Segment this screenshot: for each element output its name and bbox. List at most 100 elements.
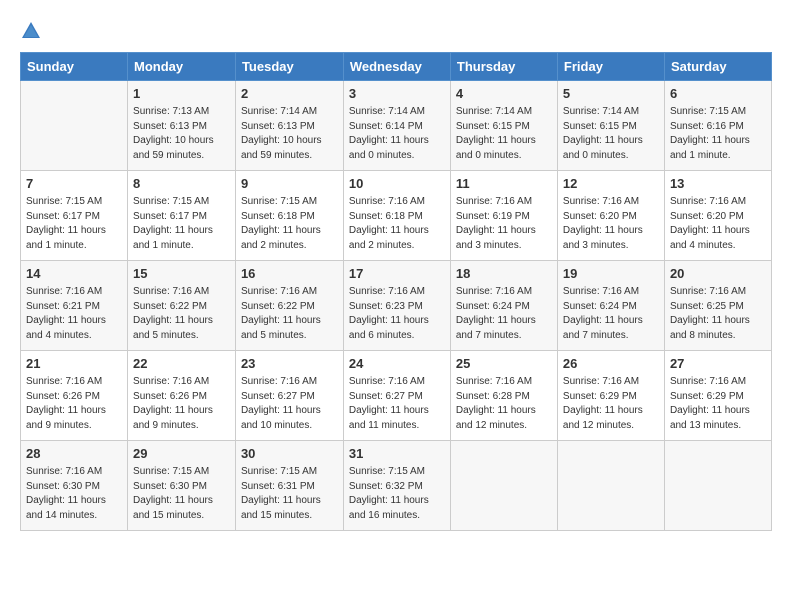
day-number: 2 xyxy=(241,85,338,103)
day-cell: 13 Sunrise: 7:16 AM Sunset: 6:20 PM Dayli… xyxy=(664,171,771,261)
day-cell: 15 Sunrise: 7:16 AM Sunset: 6:22 PM Dayli… xyxy=(128,261,236,351)
calendar-table: SundayMondayTuesdayWednesdayThursdayFrid… xyxy=(20,52,772,531)
calendar-header: SundayMondayTuesdayWednesdayThursdayFrid… xyxy=(21,53,772,81)
day-number: 17 xyxy=(349,265,445,283)
header-friday: Friday xyxy=(557,53,664,81)
day-number: 14 xyxy=(26,265,122,283)
week-row-5: 28 Sunrise: 7:16 AM Sunset: 6:30 PM Dayli… xyxy=(21,441,772,531)
day-number: 16 xyxy=(241,265,338,283)
day-number: 29 xyxy=(133,445,230,463)
day-number: 9 xyxy=(241,175,338,193)
logo xyxy=(20,20,46,42)
day-number: 6 xyxy=(670,85,766,103)
day-info: Sunrise: 7:14 AM Sunset: 6:15 PM Dayligh… xyxy=(563,105,659,163)
day-cell: 20Sunrise: 7:16 AM Sunset: 6:25 PM Dayli… xyxy=(664,261,771,351)
day-number: 26 xyxy=(563,355,659,373)
week-row-4: 21 Sunrise: 7:16 AM Sunset: 6:26 PM Dayli… xyxy=(21,351,772,441)
day-cell xyxy=(450,441,557,531)
day-info: Sunrise: 7:15 AM Sunset: 6:32 PM Dayligh… xyxy=(349,465,445,523)
day-info: Sunrise: 7:16 AM Sunset: 6:30 PM Dayligh… xyxy=(26,465,122,523)
day-number: 28 xyxy=(26,445,122,463)
day-cell: 16 Sunrise: 7:16 AM Sunset: 6:22 PM Dayli… xyxy=(235,261,343,351)
day-cell: 22 Sunrise: 7:16 AM Sunset: 6:26 PM Dayli… xyxy=(128,351,236,441)
day-number: 22 xyxy=(133,355,230,373)
day-number: 8 xyxy=(133,175,230,193)
day-cell: 23 Sunrise: 7:16 AM Sunset: 6:27 PM Dayli… xyxy=(235,351,343,441)
day-info: Sunrise: 7:15 AM Sunset: 6:30 PM Dayligh… xyxy=(133,465,230,523)
day-info: Sunrise: 7:16 AM Sunset: 6:20 PM Dayligh… xyxy=(670,195,766,253)
day-info: Sunrise: 7:15 AM Sunset: 6:31 PM Dayligh… xyxy=(241,465,338,523)
day-number: 23 xyxy=(241,355,338,373)
day-info: Sunrise: 7:16 AM Sunset: 6:19 PM Dayligh… xyxy=(456,195,552,253)
week-row-2: 7 Sunrise: 7:15 AM Sunset: 6:17 PM Daylig… xyxy=(21,171,772,261)
day-number: 18 xyxy=(456,265,552,283)
day-info: Sunrise: 7:14 AM Sunset: 6:14 PM Dayligh… xyxy=(349,105,445,163)
day-cell: 14 Sunrise: 7:16 AM Sunset: 6:21 PM Dayli… xyxy=(21,261,128,351)
day-number: 21 xyxy=(26,355,122,373)
day-number: 30 xyxy=(241,445,338,463)
day-info: Sunrise: 7:16 AM Sunset: 6:27 PM Dayligh… xyxy=(349,375,445,433)
day-number: 25 xyxy=(456,355,552,373)
day-info: Sunrise: 7:15 AM Sunset: 6:17 PM Dayligh… xyxy=(133,195,230,253)
day-number: 11 xyxy=(456,175,552,193)
day-cell: 5Sunrise: 7:14 AM Sunset: 6:15 PM Daylig… xyxy=(557,81,664,171)
day-number: 27 xyxy=(670,355,766,373)
day-cell: 26Sunrise: 7:16 AM Sunset: 6:29 PM Dayli… xyxy=(557,351,664,441)
day-number: 7 xyxy=(26,175,122,193)
day-cell: 2 Sunrise: 7:14 AM Sunset: 6:13 PM Daylig… xyxy=(235,81,343,171)
day-cell: 1Sunrise: 7:13 AM Sunset: 6:13 PM Daylig… xyxy=(128,81,236,171)
day-info: Sunrise: 7:16 AM Sunset: 6:26 PM Dayligh… xyxy=(133,375,230,433)
day-info: Sunrise: 7:15 AM Sunset: 6:16 PM Dayligh… xyxy=(670,105,766,163)
day-cell xyxy=(21,81,128,171)
day-cell xyxy=(557,441,664,531)
day-number: 10 xyxy=(349,175,445,193)
day-info: Sunrise: 7:16 AM Sunset: 6:22 PM Dayligh… xyxy=(133,285,230,343)
day-info: Sunrise: 7:16 AM Sunset: 6:22 PM Dayligh… xyxy=(241,285,338,343)
day-cell: 12 Sunrise: 7:16 AM Sunset: 6:20 PM Dayli… xyxy=(557,171,664,261)
day-info: Sunrise: 7:16 AM Sunset: 6:24 PM Dayligh… xyxy=(563,285,659,343)
logo-icon xyxy=(20,20,42,42)
day-info: Sunrise: 7:16 AM Sunset: 6:28 PM Dayligh… xyxy=(456,375,552,433)
day-cell: 11 Sunrise: 7:16 AM Sunset: 6:19 PM Dayli… xyxy=(450,171,557,261)
day-cell xyxy=(664,441,771,531)
day-cell: 25 Sunrise: 7:16 AM Sunset: 6:28 PM Dayli… xyxy=(450,351,557,441)
day-number: 12 xyxy=(563,175,659,193)
week-row-3: 14 Sunrise: 7:16 AM Sunset: 6:21 PM Dayli… xyxy=(21,261,772,351)
day-cell: 17 Sunrise: 7:16 AM Sunset: 6:23 PM Dayli… xyxy=(343,261,450,351)
day-number: 19 xyxy=(563,265,659,283)
day-info: Sunrise: 7:14 AM Sunset: 6:15 PM Dayligh… xyxy=(456,105,552,163)
header-tuesday: Tuesday xyxy=(235,53,343,81)
day-number: 15 xyxy=(133,265,230,283)
day-cell: 21 Sunrise: 7:16 AM Sunset: 6:26 PM Dayli… xyxy=(21,351,128,441)
day-cell: 6 Sunrise: 7:15 AM Sunset: 6:16 PM Daylig… xyxy=(664,81,771,171)
day-info: Sunrise: 7:16 AM Sunset: 6:29 PM Dayligh… xyxy=(670,375,766,433)
header-thursday: Thursday xyxy=(450,53,557,81)
day-cell: 8 Sunrise: 7:15 AM Sunset: 6:17 PM Daylig… xyxy=(128,171,236,261)
day-info: Sunrise: 7:16 AM Sunset: 6:27 PM Dayligh… xyxy=(241,375,338,433)
day-info: Sunrise: 7:13 AM Sunset: 6:13 PM Dayligh… xyxy=(133,105,230,163)
day-cell: 31 Sunrise: 7:15 AM Sunset: 6:32 PM Dayli… xyxy=(343,441,450,531)
day-cell: 9 Sunrise: 7:15 AM Sunset: 6:18 PM Daylig… xyxy=(235,171,343,261)
header-wednesday: Wednesday xyxy=(343,53,450,81)
day-info: Sunrise: 7:15 AM Sunset: 6:18 PM Dayligh… xyxy=(241,195,338,253)
day-info: Sunrise: 7:16 AM Sunset: 6:25 PM Dayligh… xyxy=(670,285,766,343)
header-sunday: Sunday xyxy=(21,53,128,81)
day-info: Sunrise: 7:14 AM Sunset: 6:13 PM Dayligh… xyxy=(241,105,338,163)
calendar-body: 1Sunrise: 7:13 AM Sunset: 6:13 PM Daylig… xyxy=(21,81,772,531)
day-number: 31 xyxy=(349,445,445,463)
day-cell: 18 Sunrise: 7:16 AM Sunset: 6:24 PM Dayli… xyxy=(450,261,557,351)
day-number: 13 xyxy=(670,175,766,193)
day-cell: 27 Sunrise: 7:16 AM Sunset: 6:29 PM Dayli… xyxy=(664,351,771,441)
day-info: Sunrise: 7:16 AM Sunset: 6:21 PM Dayligh… xyxy=(26,285,122,343)
day-cell: 29 Sunrise: 7:15 AM Sunset: 6:30 PM Dayli… xyxy=(128,441,236,531)
header-saturday: Saturday xyxy=(664,53,771,81)
day-info: Sunrise: 7:16 AM Sunset: 6:18 PM Dayligh… xyxy=(349,195,445,253)
day-info: Sunrise: 7:16 AM Sunset: 6:23 PM Dayligh… xyxy=(349,285,445,343)
day-number: 24 xyxy=(349,355,445,373)
day-info: Sunrise: 7:16 AM Sunset: 6:20 PM Dayligh… xyxy=(563,195,659,253)
header-row: SundayMondayTuesdayWednesdayThursdayFrid… xyxy=(21,53,772,81)
day-info: Sunrise: 7:15 AM Sunset: 6:17 PM Dayligh… xyxy=(26,195,122,253)
day-cell: 7 Sunrise: 7:15 AM Sunset: 6:17 PM Daylig… xyxy=(21,171,128,261)
day-info: Sunrise: 7:16 AM Sunset: 6:26 PM Dayligh… xyxy=(26,375,122,433)
day-info: Sunrise: 7:16 AM Sunset: 6:24 PM Dayligh… xyxy=(456,285,552,343)
